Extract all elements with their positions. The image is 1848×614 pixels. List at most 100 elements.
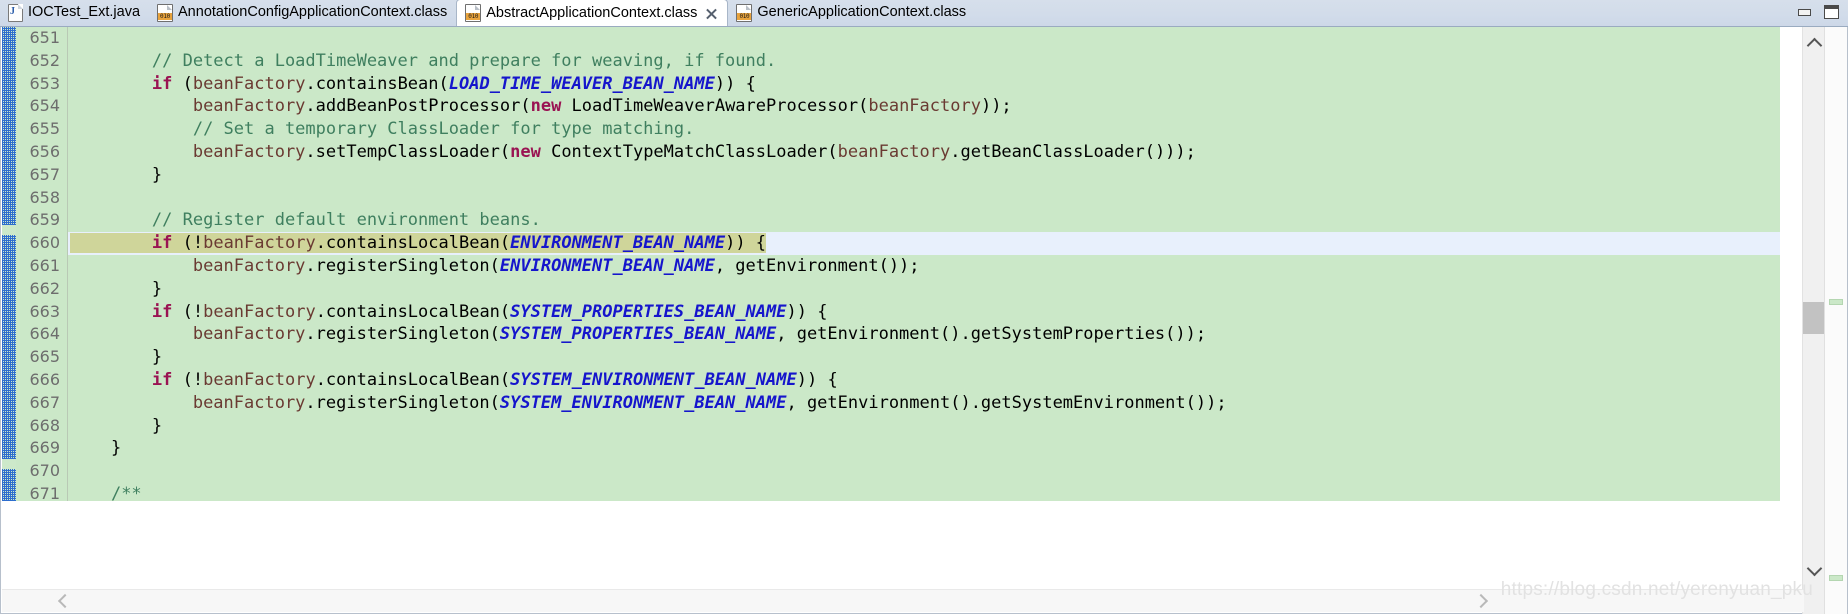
- code-line[interactable]: }: [68, 278, 1780, 301]
- code-token-cmt: /**: [110, 483, 142, 501]
- line-number: 659: [29, 210, 60, 230]
- code-line[interactable]: // Register default environment beans.: [68, 209, 1780, 232]
- code-text-area[interactable]: // Detect a LoadTimeWeaver and prepare f…: [68, 27, 1780, 501]
- code-line[interactable]: beanFactory.registerSingleton(ENVIRONMEN…: [68, 255, 1780, 278]
- code-token-field: beanFactory: [203, 301, 316, 322]
- code-token-field: beanFactory: [837, 141, 951, 162]
- code-token-plain: (!: [172, 233, 204, 254]
- editor-tab-bar: IOCTest_Ext.java AnnotationConfigApplicat…: [0, 0, 1848, 27]
- eclipse-editor-window: IOCTest_Ext.java AnnotationConfigApplicat…: [0, 0, 1848, 614]
- code-line[interactable]: }: [68, 346, 1780, 369]
- code-token-plain: )) {: [786, 301, 828, 322]
- vertical-scrollbar[interactable]: [1802, 27, 1825, 614]
- code-line[interactable]: if (!beanFactory.containsLocalBean(SYSTE…: [68, 301, 1780, 324]
- annotation-ruler-marker[interactable]: [2, 225, 16, 235]
- code-line[interactable]: }: [68, 164, 1780, 187]
- code-token-plain: .containsLocalBean(: [315, 369, 511, 390]
- scroll-down-arrow-icon[interactable]: [1803, 559, 1825, 581]
- code-line[interactable]: if (!beanFactory.containsLocalBean(SYSTE…: [68, 369, 1780, 392]
- line-number: 666: [29, 369, 60, 389]
- code-token-plain: )) {: [796, 369, 838, 390]
- code-line[interactable]: }: [68, 437, 1780, 460]
- maximize-icon[interactable]: [1824, 5, 1839, 19]
- code-token-plain: .containsBean(: [305, 73, 449, 94]
- code-token-field: beanFactory: [868, 96, 981, 117]
- code-line[interactable]: beanFactory.addBeanPostProcessor(new Loa…: [68, 95, 1780, 118]
- code-token-plain: LoadTimeWeaverAwareProcessor(: [561, 96, 869, 117]
- code-token-field: beanFactory: [192, 392, 306, 413]
- code-line[interactable]: [68, 27, 1780, 50]
- code-token-plain: }: [70, 347, 163, 368]
- code-editor: 651 652 653 654 655 656 657 658 659 660 661 662 663 6…: [0, 27, 1848, 614]
- code-token-kw: if: [151, 233, 173, 254]
- code-token-plain: (!: [172, 369, 204, 390]
- code-line[interactable]: [68, 460, 1780, 483]
- code-token-plain: .getBeanClassLoader()));: [950, 141, 1196, 162]
- editor-tab-label: AbstractApplicationContext.class: [486, 4, 698, 21]
- line-number: 662: [29, 278, 60, 298]
- code-token-field: beanFactory: [192, 255, 306, 276]
- editor-tab-0[interactable]: IOCTest_Ext.java: [0, 0, 149, 26]
- code-token-plain: }: [70, 438, 122, 459]
- scroll-right-arrow-icon[interactable]: [1472, 590, 1494, 612]
- code-token-plain: , getEnvironment().getSystemProperties()…: [776, 324, 1207, 345]
- code-token-plain: ContextTypeMatchClassLoader(: [540, 141, 838, 162]
- code-token-const: ENVIRONMENT_BEAN_NAME: [499, 255, 715, 276]
- code-token-field: beanFactory: [192, 96, 306, 117]
- code-token-plain: , getEnvironment().getSystemEnvironment(…: [786, 392, 1227, 413]
- code-token-const: SYSTEM_ENVIRONMENT_BEAN_NAME: [510, 369, 797, 390]
- code-token-plain: .registerSingleton(: [305, 392, 500, 413]
- code-token-const: SYSTEM_ENVIRONMENT_BEAN_NAME: [499, 392, 787, 413]
- line-number: 652: [29, 50, 60, 70]
- code-token-const: SYSTEM_PROPERTIES_BEAN_NAME: [499, 324, 777, 345]
- editor-tab-3[interactable]: GenericApplicationContext.class: [728, 0, 975, 26]
- line-number: 663: [29, 301, 60, 321]
- selected-text: if (!beanFactory.containsLocalBean(ENVIR…: [70, 233, 767, 254]
- overview-ruler-marker[interactable]: [1829, 575, 1843, 581]
- code-token-plain: (: [172, 73, 193, 94]
- line-number: 653: [29, 73, 60, 93]
- scroll-left-arrow-icon[interactable]: [52, 590, 74, 612]
- class-file-icon: [736, 3, 753, 22]
- code-line[interactable]: if (!beanFactory.containsLocalBean(ENVIR…: [68, 232, 1780, 255]
- line-number: 656: [29, 141, 60, 161]
- horizontal-scrollbar[interactable]: [2, 589, 1804, 612]
- minimize-icon[interactable]: [1798, 8, 1811, 16]
- line-number: 657: [29, 164, 60, 184]
- annotation-ruler[interactable]: [2, 27, 16, 501]
- editor-tab-2[interactable]: AbstractApplicationContext.class: [456, 0, 729, 26]
- code-token-plain: )) {: [725, 233, 767, 254]
- code-token-plain: .containsLocalBean(: [315, 301, 511, 322]
- overview-ruler[interactable]: [1824, 27, 1847, 614]
- code-line[interactable]: }: [68, 415, 1780, 438]
- code-token-plain: .containsLocalBean(: [315, 233, 511, 254]
- scroll-up-arrow-icon[interactable]: [1803, 32, 1825, 54]
- code-line[interactable]: beanFactory.registerSingleton(SYSTEM_PRO…: [68, 323, 1780, 346]
- vertical-scrollbar-thumb[interactable]: [1803, 302, 1825, 334]
- code-line[interactable]: beanFactory.setTempClassLoader(new Conte…: [68, 141, 1780, 164]
- code-token-plain: .addBeanPostProcessor(: [305, 96, 531, 117]
- editor-tab-label: IOCTest_Ext.java: [28, 4, 141, 21]
- code-line[interactable]: [68, 187, 1780, 210]
- overview-ruler-marker[interactable]: [1829, 299, 1843, 305]
- code-line[interactable]: // Set a temporary ClassLoader for type …: [68, 118, 1780, 141]
- code-token-plain: .setTempClassLoader(: [305, 141, 511, 162]
- code-token-field: beanFactory: [192, 141, 306, 162]
- editor-tab-1[interactable]: AnnotationConfigApplicationContext.class: [149, 0, 456, 26]
- annotation-ruler-marker[interactable]: [2, 459, 16, 469]
- tab-close-icon[interactable]: [705, 7, 718, 20]
- code-line[interactable]: if (beanFactory.containsBean(LOAD_TIME_W…: [68, 73, 1780, 96]
- line-number: 667: [29, 392, 60, 412]
- code-line[interactable]: /**: [68, 483, 1780, 501]
- code-line[interactable]: // Detect a LoadTimeWeaver and prepare f…: [68, 50, 1780, 73]
- code-line[interactable]: beanFactory.registerSingleton(SYSTEM_ENV…: [68, 392, 1780, 415]
